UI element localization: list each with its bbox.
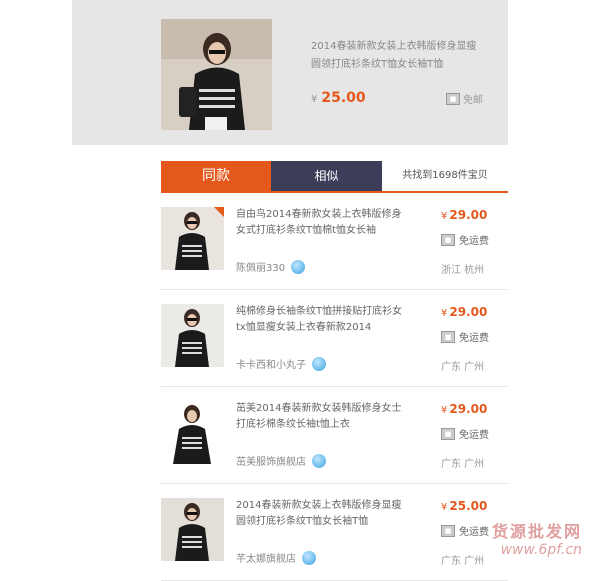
price-symbol-icon: ¥ [441,308,448,319]
shipping-icon: ■ [441,233,455,246]
item-shipping-label: 免运费 [459,333,489,344]
watermark-title: 货源批发网 [491,522,582,541]
chat-icon[interactable] [312,356,326,371]
seller-name[interactable]: 陈佩丽330 [236,259,285,274]
price-symbol-icon: ¥ [441,502,448,513]
product-photo[interactable] [161,19,272,130]
shipping-icon: ■ [441,427,455,440]
item-shipping-label: 免运费 [459,236,489,247]
price-symbol-icon: ¥ [441,211,448,222]
item-location: 浙江 杭州 [441,265,485,276]
shipping-icon: ■ [441,524,455,537]
chat-icon[interactable] [312,453,326,468]
item-price: ¥29.00 [441,402,487,416]
product-price: ¥25.00 [311,90,366,106]
seller-name[interactable]: 卡卡西和小丸子 [236,356,306,371]
tab-bar: 同款 相似 共找到1698件宝贝 [161,161,508,193]
item-shipping: ■ 免运费 [441,232,489,247]
price-symbol-icon: ¥ [441,405,448,416]
item-thumbnail[interactable] [161,304,224,367]
item-shipping-label: 免运费 [459,527,489,538]
item-thumbnail[interactable] [161,498,224,561]
corner-badge [214,207,224,217]
item-price-value: 29.00 [449,402,488,416]
chat-icon[interactable] [302,550,316,565]
item-shipping: ■ 免运费 [441,426,489,441]
list-item[interactable]: 茁美2014春装新款女装韩版修身女士打底衫棉条纹长袖t恤上衣 茁美服饰旗舰店 ¥… [161,387,508,484]
item-shipping: ■ 免运费 [441,523,489,538]
tab-similar[interactable]: 相似 [271,161,382,191]
price-value: 25.00 [321,90,366,106]
item-price: ¥29.00 [441,208,487,222]
watermark: 货源批发网 www.6pf.cn [492,518,582,558]
item-title[interactable]: 茁美2014春装新款女装韩版修身女士打底衫棉条纹长袖t恤上衣 [236,401,406,433]
list-item[interactable]: 2014春装新款女装上衣韩版修身显瘦圆领打底衫条纹T恤女长袖T恤 芊太娜旗舰店 … [161,484,508,581]
tab-same[interactable]: 同款 [161,161,271,191]
item-price-value: 25.00 [449,499,488,513]
item-seller: 芊太娜旗舰店 [236,550,316,565]
shipping-info: ■ 免邮 [446,91,483,106]
item-price: ¥25.00 [441,499,487,513]
result-count: 共找到1698件宝贝 [402,170,488,181]
result-list: 自由鸟2014春新款女装上衣韩版修身女式打底衫条纹T恤棉t恤女长袖 陈佩丽330… [161,193,508,581]
seller-name[interactable]: 芊太娜旗舰店 [236,550,296,565]
shipping-icon: ■ [446,92,460,105]
list-item[interactable]: 纯棉修身长袖条纹T恤拼接贴打底衫女tx恤显瘦女装上衣春新款2014 卡卡西和小丸… [161,290,508,387]
item-price: ¥29.00 [441,305,487,319]
item-shipping: ■ 免运费 [441,329,489,344]
item-location: 广东 广州 [441,362,485,373]
list-item[interactable]: 自由鸟2014春新款女装上衣韩版修身女式打底衫条纹T恤棉t恤女长袖 陈佩丽330… [161,193,508,290]
shipping-icon: ■ [441,330,455,343]
source-product-card: 2014春装新款女装上衣韩版修身显瘦圆领打底衫条纹T恤女长袖T恤 ¥25.00 … [72,0,508,145]
shipping-label: 免邮 [463,95,483,106]
item-location: 广东 广州 [441,459,485,470]
item-price-value: 29.00 [449,305,488,319]
item-seller: 陈佩丽330 [236,259,306,274]
item-thumbnail[interactable] [161,401,224,464]
item-price-value: 29.00 [449,208,488,222]
item-seller: 卡卡西和小丸子 [236,356,326,371]
seller-name[interactable]: 茁美服饰旗舰店 [236,453,306,468]
watermark-url: www.6pf.cn [500,542,582,558]
item-seller: 茁美服饰旗舰店 [236,453,326,468]
item-shipping-label: 免运费 [459,430,489,441]
product-title[interactable]: 2014春装新款女装上衣韩版修身显瘦圆领打底衫条纹T恤女长袖T恤 [311,38,486,74]
item-title[interactable]: 2014春装新款女装上衣韩版修身显瘦圆领打底衫条纹T恤女长袖T恤 [236,498,406,530]
item-location: 广东 广州 [441,556,485,567]
item-title[interactable]: 纯棉修身长袖条纹T恤拼接贴打底衫女tx恤显瘦女装上衣春新款2014 [236,304,406,336]
chat-icon[interactable] [291,259,306,274]
item-title[interactable]: 自由鸟2014春新款女装上衣韩版修身女式打底衫条纹T恤棉t恤女长袖 [236,207,406,239]
price-symbol: ¥ [311,94,318,105]
